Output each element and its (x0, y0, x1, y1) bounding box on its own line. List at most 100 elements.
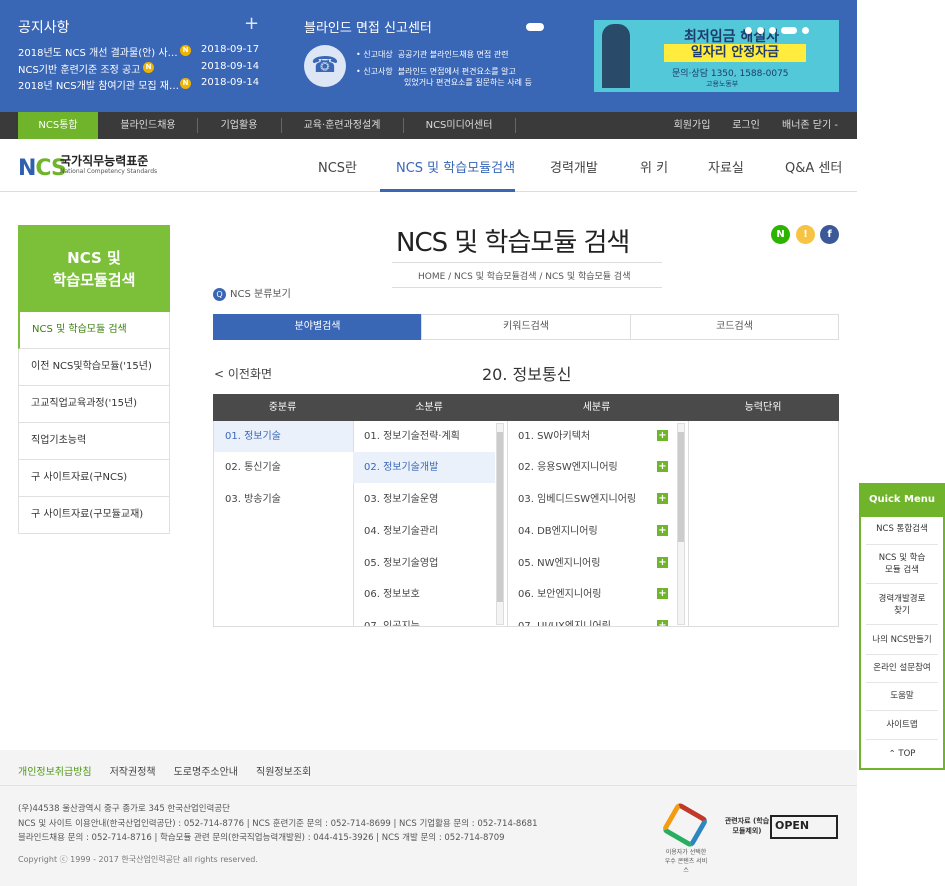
topnav-item[interactable]: NCS미디어센터 (404, 112, 514, 139)
list-item[interactable]: 05. 정보기술영업 (353, 548, 495, 579)
notice-more-icon[interactable]: + (244, 13, 259, 34)
kakao-share-icon[interactable]: ! (796, 225, 815, 244)
column-header: 소분류 (415, 402, 443, 413)
pager-dot[interactable] (757, 27, 764, 34)
login-link[interactable]: 로그인 (722, 112, 770, 139)
add-icon[interactable]: + (657, 588, 668, 599)
sidebar-item-active[interactable]: NCS 및 학습모듈 검색 (18, 312, 170, 349)
list-item[interactable]: 04. DB엔지니어링 (507, 516, 667, 547)
mainnav-item[interactable]: 경력개발 (550, 157, 598, 176)
mainnav-item[interactable]: 자료실 (708, 157, 744, 176)
list-item[interactable]: 07. 인공지능 (353, 611, 495, 626)
back-link[interactable]: < 이전화면 (214, 365, 272, 382)
pager-dot[interactable] (769, 27, 776, 34)
pager-dot[interactable] (745, 27, 752, 34)
tab-field-search[interactable]: 분야별검색 (213, 314, 422, 340)
quick-menu-item[interactable]: 온라인 설문참여 (866, 662, 938, 683)
classification-table: 01. 정보기술 02. 통신기술 03. 방송기술 01. 정보기술전략·계획… (213, 421, 839, 627)
notice-item[interactable]: 2018년도 NCS 개선 결과물(안) 사… N 2018-09-17 (18, 44, 260, 60)
mainnav-item-active[interactable]: NCS 및 학습모듈검색 (396, 157, 515, 176)
quick-menu-item[interactable]: 경력개발경로 (866, 593, 938, 605)
notice-text[interactable]: 2018년도 NCS 개선 결과물(안) 사… (18, 44, 178, 59)
notice-date: 2018-09-17 (201, 44, 260, 55)
report-text: 블라인드 면접에서 편견요소를 알고 (397, 67, 516, 76)
staff-lookup-link[interactable]: 직원정보조회 (256, 767, 311, 778)
add-icon[interactable]: + (657, 525, 668, 536)
divider (0, 785, 857, 786)
list-item[interactable]: 04. 정보기술관리 (353, 516, 495, 547)
scrollbar-thumb[interactable] (678, 432, 684, 542)
address-guide-link[interactable]: 도로명주소안내 (174, 767, 238, 778)
scrollbar[interactable] (496, 423, 504, 625)
signup-link[interactable]: 회원가입 (664, 112, 720, 139)
list-item[interactable]: 07. UI/UX엔지니어링 (507, 611, 667, 626)
person-figure-icon (602, 24, 630, 88)
notice-item[interactable]: 2018년 NCS개발 참여기관 모집 재… N 2018-09-14 (18, 77, 259, 93)
top-button[interactable]: ⌃ TOP (866, 748, 938, 762)
add-icon[interactable]: + (657, 493, 668, 504)
sidebar-item[interactable]: 고교직업교육과정('15년) (18, 386, 170, 423)
sidebar-heading-line: NCS 및 (67, 249, 121, 267)
notice-text[interactable]: NCS기반 훈련기준 조정 공고 (18, 61, 178, 76)
ncs-tree-link[interactable]: Q NCS 분류보기 (213, 285, 291, 301)
list-item[interactable]: 02. 통신기술 (214, 452, 353, 483)
pager-dot-active[interactable] (781, 27, 797, 34)
list-item[interactable]: 03. 정보기술운영 (353, 484, 495, 515)
list-item-selected[interactable]: 02. 정보기술개발 (353, 452, 495, 483)
list-item[interactable]: 02. 응용SW엔지니어링 (507, 452, 667, 483)
facebook-share-icon[interactable]: f (820, 225, 839, 244)
logo-title[interactable]: 국가직무능력표준 (60, 152, 148, 169)
topnav-item[interactable]: 블라인드채용 (100, 112, 196, 139)
copyright-policy-link[interactable]: 저작권정책 (110, 767, 156, 778)
quick-menu-item[interactable]: 모듈 검색 (866, 564, 938, 584)
open-license-badge[interactable]: OPEN (770, 815, 838, 839)
sidebar-item[interactable]: 구 사이트자료(구NCS) (18, 460, 170, 497)
mainnav-item[interactable]: Q&A 센터 (785, 157, 842, 176)
list-item[interactable]: 03. 임베디드SW엔지니어링 (507, 484, 667, 515)
quick-menu-item[interactable]: 나의 NCS만들기 (866, 634, 938, 655)
banner-pager[interactable] (745, 24, 814, 37)
tab-keyword-search[interactable]: 키워드검색 (421, 314, 631, 340)
naver-share-icon[interactable]: N (771, 225, 790, 244)
mainnav-item[interactable]: 위 키 (640, 157, 668, 176)
sidebar-item[interactable]: 구 사이트자료(구모듈교재) (18, 497, 170, 534)
add-icon[interactable]: + (657, 557, 668, 568)
report-center-title[interactable]: 블라인드 면접 신고센터 (304, 17, 432, 36)
add-icon[interactable]: + (657, 620, 668, 626)
active-underline (380, 189, 515, 192)
quick-menu-item[interactable]: 찾기 (866, 605, 938, 625)
mainnav-item[interactable]: NCS란 (318, 157, 357, 176)
quick-menu-item[interactable]: NCS 통합검색 (866, 523, 938, 545)
topnav-item[interactable]: NCS통합 (18, 112, 98, 139)
logo-mark[interactable]: NCS (18, 156, 67, 181)
quick-menu-title: Quick Menu (859, 483, 945, 517)
list-item[interactable]: 06. 보안엔지니어링 (507, 579, 667, 610)
category-title: 20. 정보통신 (482, 365, 572, 384)
topnav-item[interactable]: 기업활용 (198, 112, 280, 139)
list-item[interactable]: 01. SW아키텍처 (507, 421, 667, 452)
sidebar-item[interactable]: 직업기초능력 (18, 423, 170, 460)
notice-text[interactable]: 2018년 NCS개발 참여기관 모집 재… (18, 77, 178, 92)
add-icon[interactable]: + (657, 461, 668, 472)
quick-menu-item[interactable]: 도움말 (866, 690, 938, 711)
tab-code-search[interactable]: 코드검색 (630, 314, 839, 340)
add-icon[interactable]: + (657, 430, 668, 441)
quick-menu-item[interactable]: NCS 및 학습 (866, 552, 938, 564)
scrollbar-thumb[interactable] (497, 432, 503, 602)
list-item-selected[interactable]: 01. 정보기술 (214, 421, 353, 452)
pager-dot[interactable] (802, 27, 809, 34)
notice-item[interactable]: NCS기반 훈련기준 조정 공고 N 2018-09-14 (18, 61, 259, 77)
scrollbar[interactable] (677, 423, 685, 625)
list-item[interactable]: 05. NW엔지니어링 (507, 548, 667, 579)
notice-title[interactable]: 공지사항 (18, 17, 70, 37)
sidebar-item[interactable]: 이전 NCS및학습모듈('15년) (18, 349, 170, 386)
close-banner-link[interactable]: 배너존 닫기 - (776, 112, 844, 139)
report-text: 공공기관 블라인드채용 면접 관련 (397, 50, 509, 59)
list-item[interactable]: 01. 정보기술전략·계획 (353, 421, 495, 452)
privacy-policy-link[interactable]: 개인정보취급방침 (18, 767, 92, 778)
topnav-item[interactable]: 교육·훈련과정설계 (282, 112, 402, 139)
pager-indicator[interactable] (526, 23, 544, 31)
list-item[interactable]: 03. 방송기술 (214, 484, 353, 515)
list-item[interactable]: 06. 정보보호 (353, 579, 495, 610)
quick-menu-item[interactable]: 사이트맵 (866, 719, 938, 740)
